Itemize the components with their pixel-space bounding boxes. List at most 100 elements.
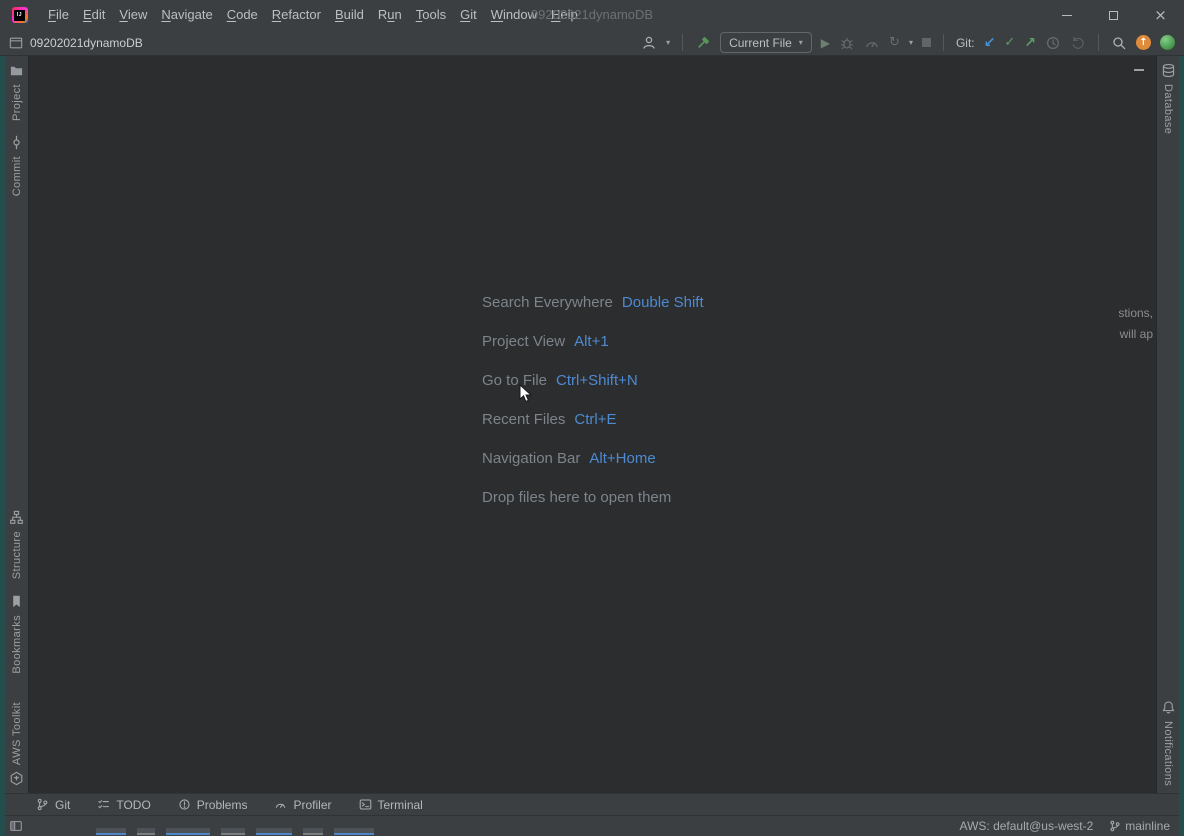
sidebar-item-bookmarks[interactable]: Bookmarks xyxy=(5,587,28,681)
project-window-icon xyxy=(9,36,23,50)
ide-window: { "window": { "title": "09202021dynamoDB… xyxy=(0,0,1184,836)
intellij-logo-icon: IJ xyxy=(12,7,28,23)
toolwindow-todo[interactable]: TODO xyxy=(97,798,150,812)
shortcut-hint-row: Go to File Ctrl+Shift+N xyxy=(482,372,704,411)
maximize-button[interactable] xyxy=(1090,0,1137,30)
minimize-button[interactable] xyxy=(1043,0,1090,30)
git-commit-check-icon[interactable]: ✓ xyxy=(1004,36,1015,50)
branch-icon xyxy=(1109,820,1121,832)
menu-run[interactable]: Run xyxy=(371,0,409,30)
menu-refactor[interactable]: Refactor xyxy=(265,0,328,30)
shortcut-hint-row: Recent Files Ctrl+E xyxy=(482,411,704,450)
toolwindow-profiler[interactable]: Profiler xyxy=(274,798,331,812)
git-push-icon[interactable]: ↗ xyxy=(1024,36,1036,50)
clipped-text-fragment xyxy=(137,826,155,835)
status-bar-right: AWS: default@us-west-2 mainline xyxy=(960,819,1184,833)
user-account-icon[interactable] xyxy=(641,35,657,51)
toolwindow-label: Profiler xyxy=(293,798,331,812)
menu-code[interactable]: Code xyxy=(220,0,265,30)
git-history-clock-icon[interactable] xyxy=(1045,35,1061,51)
structure-icon xyxy=(9,510,24,525)
todo-checklist-icon xyxy=(97,798,110,811)
ide-update-badge-icon[interactable]: ↑ xyxy=(1136,35,1151,50)
clipped-text-fragment xyxy=(221,826,245,835)
close-button[interactable]: × xyxy=(1137,0,1184,30)
commit-icon xyxy=(9,135,24,150)
toolwindow-problems[interactable]: Problems xyxy=(178,798,248,812)
git-update-icon[interactable]: ↙ xyxy=(984,36,996,50)
clipped-popup-fragments xyxy=(96,827,374,835)
run-options-chevron-icon[interactable]: ▾ xyxy=(909,38,913,47)
hide-panel-icon[interactable] xyxy=(1134,69,1144,71)
menu-navigate[interactable]: Navigate xyxy=(154,0,219,30)
sidebar-item-notifications[interactable]: Notifications xyxy=(1157,693,1179,793)
toolwindow-label: Problems xyxy=(197,798,248,812)
menu-tools[interactable]: Tools xyxy=(409,0,453,30)
menu-window[interactable]: Window xyxy=(484,0,544,30)
menu-edit[interactable]: Edit xyxy=(76,0,112,30)
hint-shortcut: Ctrl+E xyxy=(574,411,616,428)
tool-strip-label: AWS Toolkit xyxy=(11,702,23,765)
profiler-icon xyxy=(274,798,287,811)
toolwindow-label: Terminal xyxy=(378,798,423,812)
hint-label: Go to File xyxy=(482,372,547,389)
menu-help[interactable]: Help xyxy=(544,0,585,30)
hint-shortcut: Ctrl+Shift+N xyxy=(556,372,638,389)
toolwindow-git[interactable]: Git xyxy=(36,798,70,812)
window-controls: × xyxy=(1043,0,1184,30)
shortcut-hint-row: Drop files here to open them xyxy=(482,489,704,528)
clipped-text-fragment xyxy=(166,826,210,835)
session-indicator-icon[interactable] xyxy=(1160,35,1175,50)
main-toolbar: 09202021dynamoDB ▾ Current File ▾ ▶ ↻ ▾ … xyxy=(0,30,1184,56)
search-everywhere-icon[interactable] xyxy=(1111,35,1127,51)
hint-label: Search Everywhere xyxy=(482,294,613,311)
bookmark-icon xyxy=(9,594,24,609)
sidebar-item-aws-toolkit[interactable]: AWS Toolkit xyxy=(5,695,28,793)
aws-connection-widget[interactable]: AWS: default@us-west-2 xyxy=(960,819,1094,833)
menu-build[interactable]: Build xyxy=(328,0,371,30)
run-configuration-value: Current File xyxy=(729,36,792,50)
stop-button[interactable] xyxy=(922,38,931,47)
menu-view[interactable]: View xyxy=(112,0,154,30)
toolwindow-switcher-button[interactable] xyxy=(9,819,23,833)
hint-label: Project View xyxy=(482,333,565,350)
hint-label: Drop files here to open them xyxy=(482,489,671,506)
run-configuration-select[interactable]: Current File ▾ xyxy=(720,32,812,53)
editor-area[interactable]: Search Everywhere Double Shift Project V… xyxy=(28,56,1157,793)
toolbar-separator xyxy=(682,34,683,51)
bottom-tool-bar: Git TODO Problems Profiler Terminal xyxy=(0,793,1184,815)
right-tool-strip: Database Notifications xyxy=(1157,56,1179,793)
debug-bug-icon[interactable] xyxy=(839,35,855,51)
user-dropdown-chevron-icon[interactable]: ▾ xyxy=(666,38,670,47)
tool-strip-label: Commit xyxy=(11,156,23,196)
git-rollback-icon[interactable] xyxy=(1070,35,1086,51)
project-name: 09202021dynamoDB xyxy=(30,36,143,50)
coverage-rerun-icon[interactable]: ↻ xyxy=(889,36,900,50)
clipped-text-fragment xyxy=(256,826,292,835)
tool-strip-label: Structure xyxy=(11,531,23,579)
git-group-label: Git: xyxy=(956,36,975,50)
toolwindow-label: TODO xyxy=(116,798,150,812)
menu-file[interactable]: File xyxy=(41,0,76,30)
sidebar-item-project[interactable]: Project xyxy=(5,56,28,128)
sidebar-item-commit[interactable]: Commit xyxy=(5,128,28,203)
project-selector[interactable]: 09202021dynamoDB xyxy=(9,36,143,50)
hint-shortcut: Double Shift xyxy=(622,294,704,311)
build-hammer-icon[interactable] xyxy=(695,35,711,51)
close-icon: × xyxy=(1154,8,1167,23)
window-edge-accent-left xyxy=(0,56,5,836)
toolwindow-terminal[interactable]: Terminal xyxy=(359,798,423,812)
clipped-text-fragment xyxy=(303,826,323,835)
layout-panels-icon xyxy=(9,819,23,833)
profiler-gauge-icon[interactable] xyxy=(864,35,880,51)
toolwindow-label: Git xyxy=(55,798,70,812)
hint-shortcut: Alt+1 xyxy=(574,333,609,350)
sidebar-item-database[interactable]: Database xyxy=(1157,56,1179,141)
shortcut-hint-row: Navigation Bar Alt+Home xyxy=(482,450,704,489)
run-button[interactable]: ▶ xyxy=(821,36,830,50)
database-icon xyxy=(1161,63,1176,78)
menu-git[interactable]: Git xyxy=(453,0,484,30)
shortcut-hint-row: Search Everywhere Double Shift xyxy=(482,294,704,333)
sidebar-item-structure[interactable]: Structure xyxy=(5,503,28,586)
git-branch-widget[interactable]: mainline xyxy=(1109,819,1170,833)
